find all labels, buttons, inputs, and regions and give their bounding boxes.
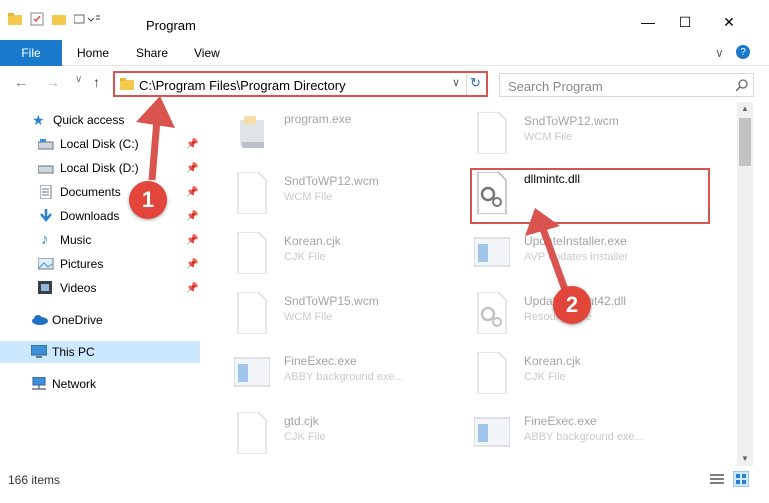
step-badge-1: 1 <box>129 181 167 219</box>
annotation-arrows <box>136 96 572 300</box>
step-badge-2: 2 <box>553 286 591 324</box>
